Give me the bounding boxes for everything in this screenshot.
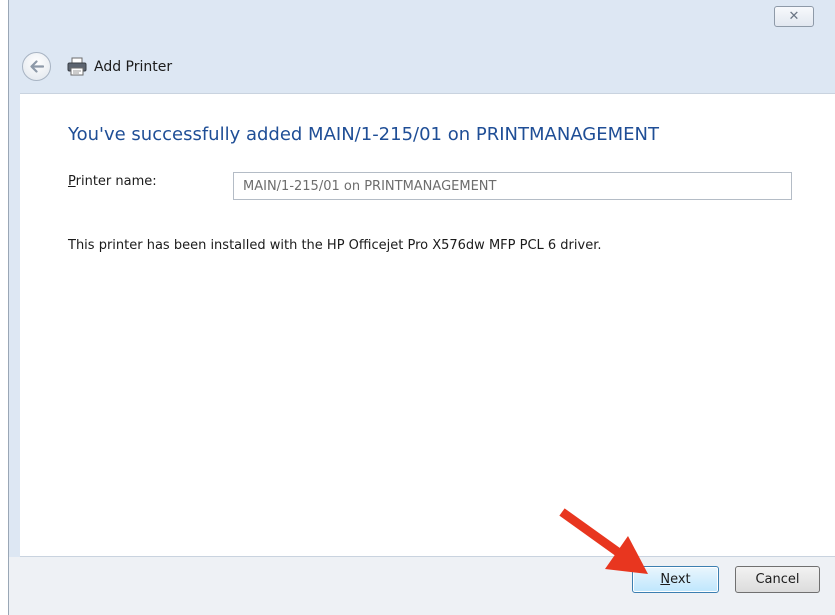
back-button[interactable] (22, 52, 51, 81)
success-headline: You've successfully added MAIN/1-215/01 … (68, 124, 659, 145)
wizard-content: You've successfully added MAIN/1-215/01 … (20, 93, 835, 557)
next-button[interactable]: Next (632, 566, 719, 593)
printer-name-label-mnemonic: P (68, 174, 76, 189)
printer-name-label-text: rinter name: (75, 174, 157, 189)
cancel-button[interactable]: Cancel (735, 566, 820, 593)
wizard-footer: Next Cancel (9, 557, 835, 615)
add-printer-window: ✕ Add Printer You've successfully added … (8, 0, 835, 615)
next-button-mnemonic: N (660, 572, 671, 587)
close-icon: ✕ (788, 9, 800, 24)
next-button-label: ext (670, 572, 691, 587)
printer-icon (67, 57, 87, 76)
printer-name-label: Printer name: (68, 174, 157, 189)
back-arrow-icon (30, 60, 44, 73)
driver-message: This printer has been installed with the… (68, 238, 602, 253)
window-title: Add Printer (94, 59, 173, 75)
close-button[interactable]: ✕ (774, 6, 814, 27)
title-bar: Add Printer (9, 52, 835, 84)
printer-name-field[interactable] (233, 172, 792, 200)
